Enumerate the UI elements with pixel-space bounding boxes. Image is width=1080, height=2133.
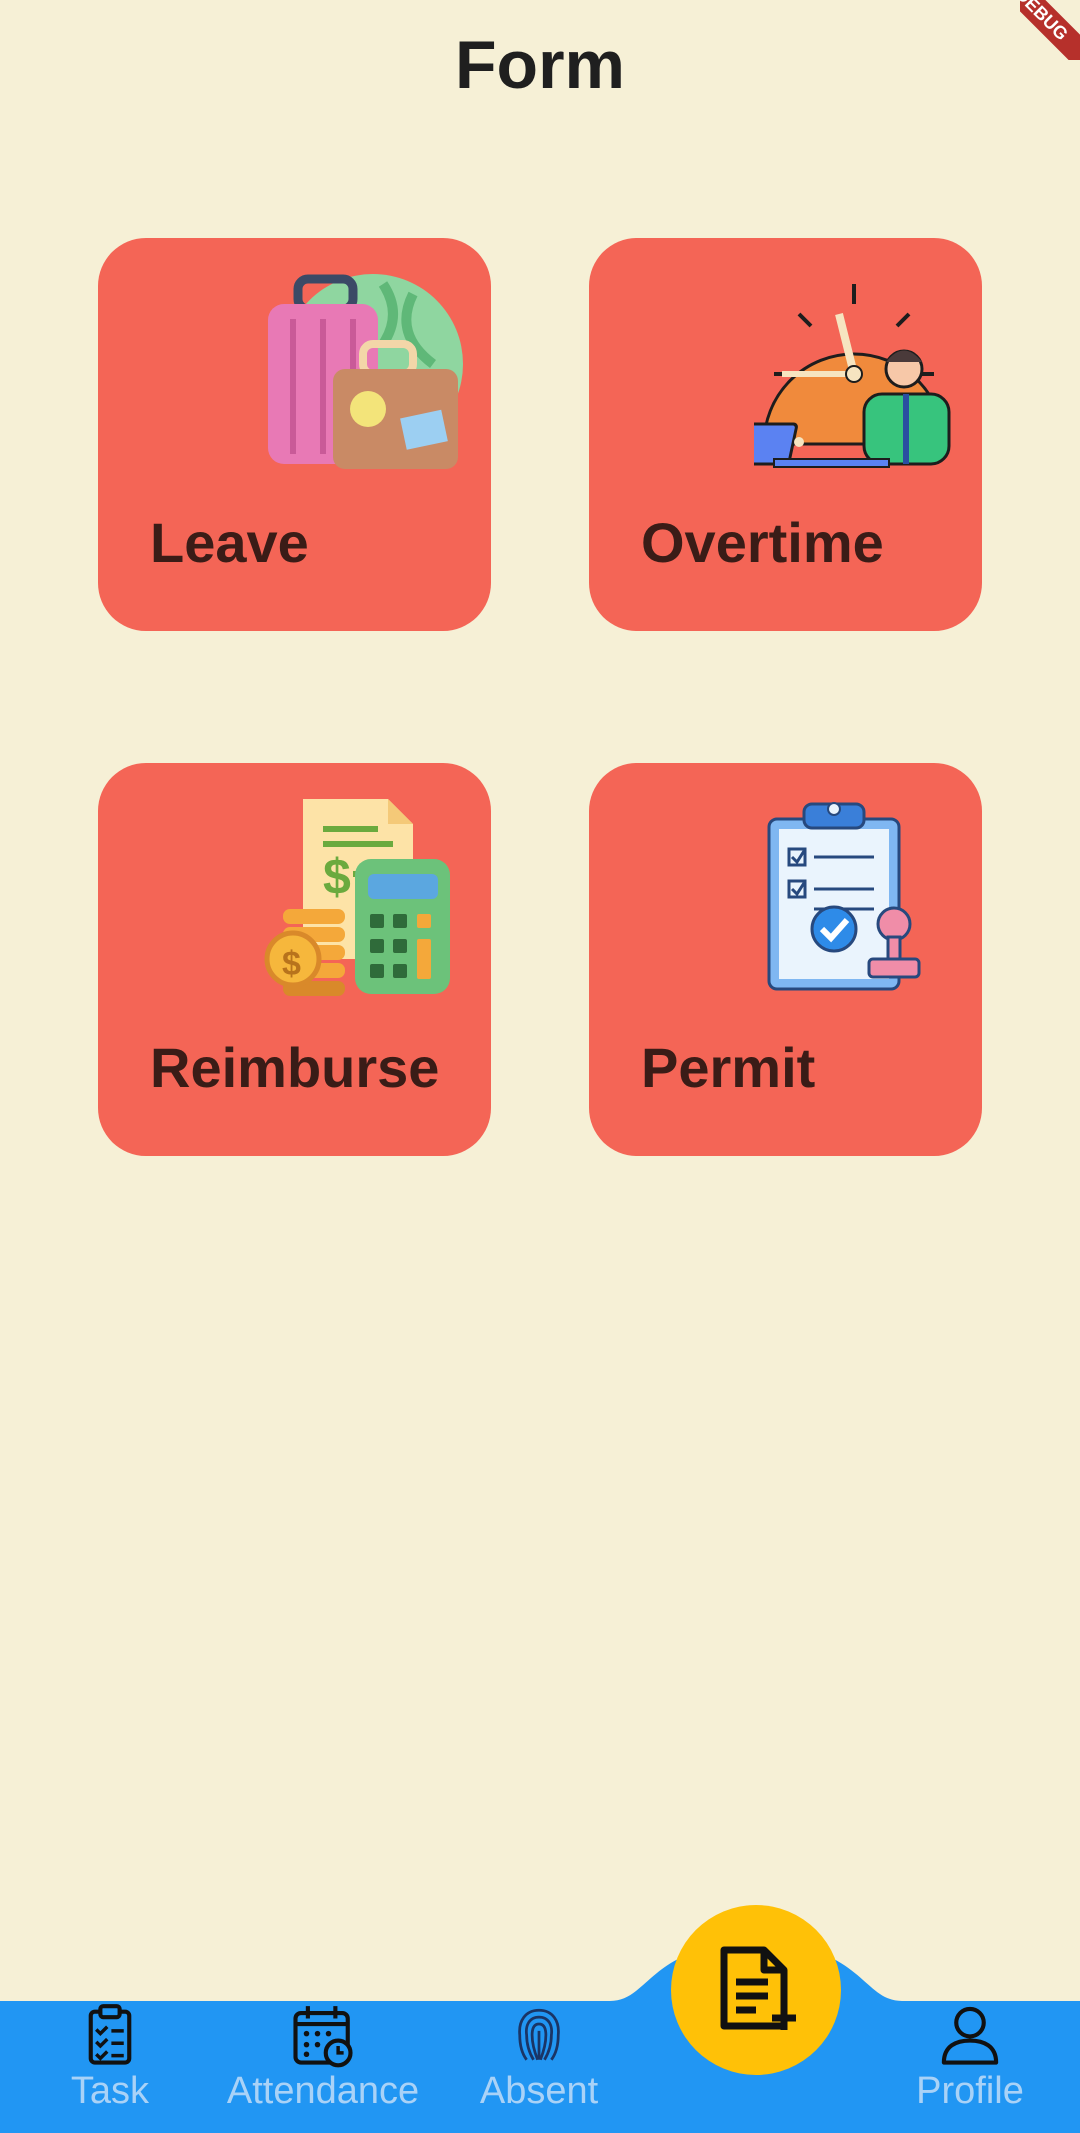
- luggage-icon: [268, 274, 463, 469]
- nav-item-task[interactable]: Task: [60, 2002, 160, 2113]
- nav-item-profile[interactable]: Profile: [910, 2002, 1030, 2113]
- nav-label-task: Task: [70, 2070, 150, 2112]
- nav-label-profile: Profile: [916, 2070, 1024, 2112]
- clipboard-stamp-icon: [767, 802, 921, 991]
- clipboard-check-icon: [88, 2004, 132, 2065]
- document-add-icon: [720, 1946, 796, 2030]
- svg-text:$: $: [323, 849, 351, 905]
- reimburse-label: Reimburse: [150, 1036, 440, 1099]
- nav-item-attendance[interactable]: Attendance: [220, 2002, 426, 2113]
- permit-label: Permit: [641, 1036, 816, 1099]
- leave-card[interactable]: Leave: [98, 238, 491, 631]
- reimburse-card[interactable]: $ $ Reimburse: [98, 763, 491, 1156]
- overtime-label: Overtime: [641, 511, 884, 574]
- receipt-calculator-icon: $ $: [264, 799, 450, 996]
- leave-label: Leave: [150, 511, 309, 574]
- nav-label-attendance: Attendance: [226, 2070, 420, 2112]
- permit-card[interactable]: Permit: [589, 763, 982, 1156]
- clock-worker-icon: [754, 284, 951, 468]
- page-title: Form: [455, 27, 625, 103]
- calendar-clock-icon: [293, 2006, 353, 2068]
- nav-item-absent[interactable]: Absent: [474, 2002, 604, 2113]
- fingerprint-icon: [518, 2008, 560, 2061]
- overtime-card[interactable]: Overtime: [589, 238, 982, 631]
- nav-label-absent: Absent: [479, 2070, 599, 2112]
- form-fab-button[interactable]: [671, 1905, 841, 2075]
- user-icon: [941, 2006, 999, 2065]
- svg-text:$: $: [282, 945, 301, 983]
